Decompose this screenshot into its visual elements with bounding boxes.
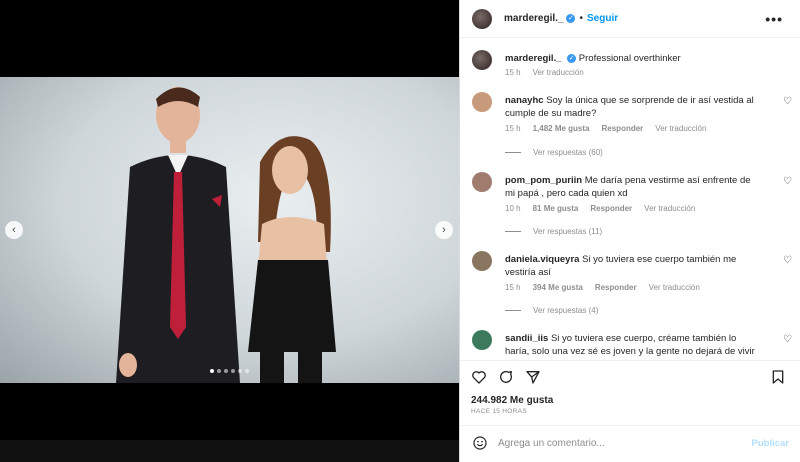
emoji-icon[interactable] — [472, 435, 488, 451]
caption-content: Professional overthinker — [578, 53, 681, 64]
comment-text: nanayhc Soy la única que se sorprende de… — [505, 94, 755, 120]
heart-icon[interactable]: ♡ — [783, 255, 792, 266]
comment-meta: 15 h 394 Me gusta Responder Ver traducci… — [505, 283, 700, 292]
publish-button[interactable]: Publicar — [752, 438, 790, 449]
view-replies-button[interactable]: Ver respuestas (4) — [505, 306, 598, 315]
comment-icon[interactable] — [498, 369, 514, 385]
comment-likes[interactable]: 81 Me gusta — [533, 204, 579, 213]
carousel-dot — [245, 369, 249, 373]
commenter-username[interactable]: sandii_iis — [505, 333, 548, 344]
author-username[interactable]: marderegil._ — [504, 13, 563, 24]
comment-text: sandii_iis Si yo tuviera ese cuerpo, cré… — [505, 332, 755, 360]
replies-line — [505, 152, 521, 153]
comment-time: 15 h — [505, 124, 521, 133]
commenter-avatar[interactable] — [472, 330, 492, 350]
instagram-post-view: ‹ › marderegil._ ✓ • Seguir ••• mardereg… — [0, 0, 800, 462]
view-replies-label: Ver respuestas (11) — [533, 227, 603, 236]
heart-icon[interactable]: ♡ — [783, 176, 792, 187]
reply-button[interactable]: Responder — [595, 283, 637, 292]
chevron-right-icon[interactable]: › — [435, 221, 453, 239]
photo-woman-figure — [248, 136, 336, 383]
comments-list[interactable]: marderegil._ ✓ Professional overthinker … — [460, 38, 800, 360]
replies-line — [505, 231, 521, 232]
save-bookmark-icon[interactable] — [770, 369, 786, 385]
post-header: marderegil._ ✓ • Seguir ••• — [460, 0, 800, 38]
comment-input[interactable] — [498, 436, 738, 451]
comment-likes[interactable]: 1,482 Me gusta — [533, 124, 590, 133]
commenter-avatar[interactable] — [472, 172, 492, 192]
view-replies-button[interactable]: Ver respuestas (60) — [505, 148, 603, 157]
verified-badge-icon: ✓ — [567, 53, 577, 63]
post-actions-bar — [460, 360, 800, 388]
caption-meta: 15 h Ver traducción — [505, 68, 584, 77]
share-icon[interactable] — [525, 369, 541, 385]
translate-link[interactable]: Ver traducción — [655, 124, 706, 133]
view-replies-label: Ver respuestas (60) — [533, 148, 603, 157]
reply-button[interactable]: Responder — [602, 124, 644, 133]
reply-button[interactable]: Responder — [590, 204, 632, 213]
post-time: HACE 15 HORAS — [471, 408, 527, 415]
view-replies-label: Ver respuestas (4) — [533, 306, 599, 315]
comment-text: daniela.viqueyra Si yo tuviera ese cuerp… — [505, 253, 755, 279]
caption-text: marderegil._ ✓ Professional overthinker — [505, 52, 755, 65]
comment-time: 10 h — [505, 204, 521, 213]
commenter-username[interactable]: nanayhc — [505, 95, 544, 106]
comment-meta: 15 h 1,482 Me gusta Responder Ver traduc… — [505, 124, 706, 133]
verified-badge-icon: ✓ — [566, 14, 576, 23]
comment-likes[interactable]: 394 Me gusta — [533, 283, 583, 292]
carousel-indicator — [210, 369, 249, 373]
carousel-dot — [217, 369, 221, 373]
carousel-dot — [224, 369, 228, 373]
carousel-dot — [210, 369, 214, 373]
carousel-dot — [238, 369, 242, 373]
commenter-username[interactable]: pom_pom_puriin — [505, 175, 582, 186]
commenter-avatar[interactable] — [472, 92, 492, 112]
comment-time: 15 h — [505, 283, 521, 292]
author-username[interactable]: marderegil._ — [505, 53, 562, 64]
author-avatar[interactable] — [472, 50, 492, 70]
comment-text: pom_pom_puriin Me daría pena vestirme as… — [505, 174, 755, 200]
translate-link[interactable]: Ver traducción — [649, 283, 700, 292]
view-replies-button[interactable]: Ver respuestas (11) — [505, 227, 602, 236]
heart-icon[interactable]: ♡ — [783, 96, 792, 107]
translate-link[interactable]: Ver traducción — [644, 204, 695, 213]
comment-composer: Publicar — [460, 425, 800, 462]
author-avatar[interactable] — [472, 8, 492, 29]
media-pane: ‹ › — [0, 0, 459, 462]
comment-meta: 10 h 81 Me gusta Responder Ver traducció… — [505, 204, 695, 213]
chevron-left-icon[interactable]: ‹ — [5, 221, 23, 239]
photo-man-figure — [116, 87, 240, 383]
heart-icon[interactable]: ♡ — [783, 334, 792, 345]
media-bottom-strip — [0, 440, 459, 462]
commenter-avatar[interactable] — [472, 251, 492, 271]
caption-time: 15 h — [505, 68, 521, 77]
replies-line — [505, 310, 521, 311]
carousel-dot — [231, 369, 235, 373]
header-separator: • — [579, 13, 583, 24]
more-options-icon[interactable]: ••• — [765, 11, 783, 27]
post-photo[interactable] — [0, 77, 459, 383]
like-heart-icon[interactable] — [471, 369, 487, 385]
likes-count[interactable]: 244.982 Me gusta — [471, 395, 553, 406]
commenter-username[interactable]: daniela.viqueyra — [505, 254, 579, 265]
post-side-panel: marderegil._ ✓ • Seguir ••• marderegil._… — [459, 0, 800, 462]
follow-button[interactable]: Seguir — [587, 13, 618, 24]
translate-link[interactable]: Ver traducción — [533, 68, 584, 77]
